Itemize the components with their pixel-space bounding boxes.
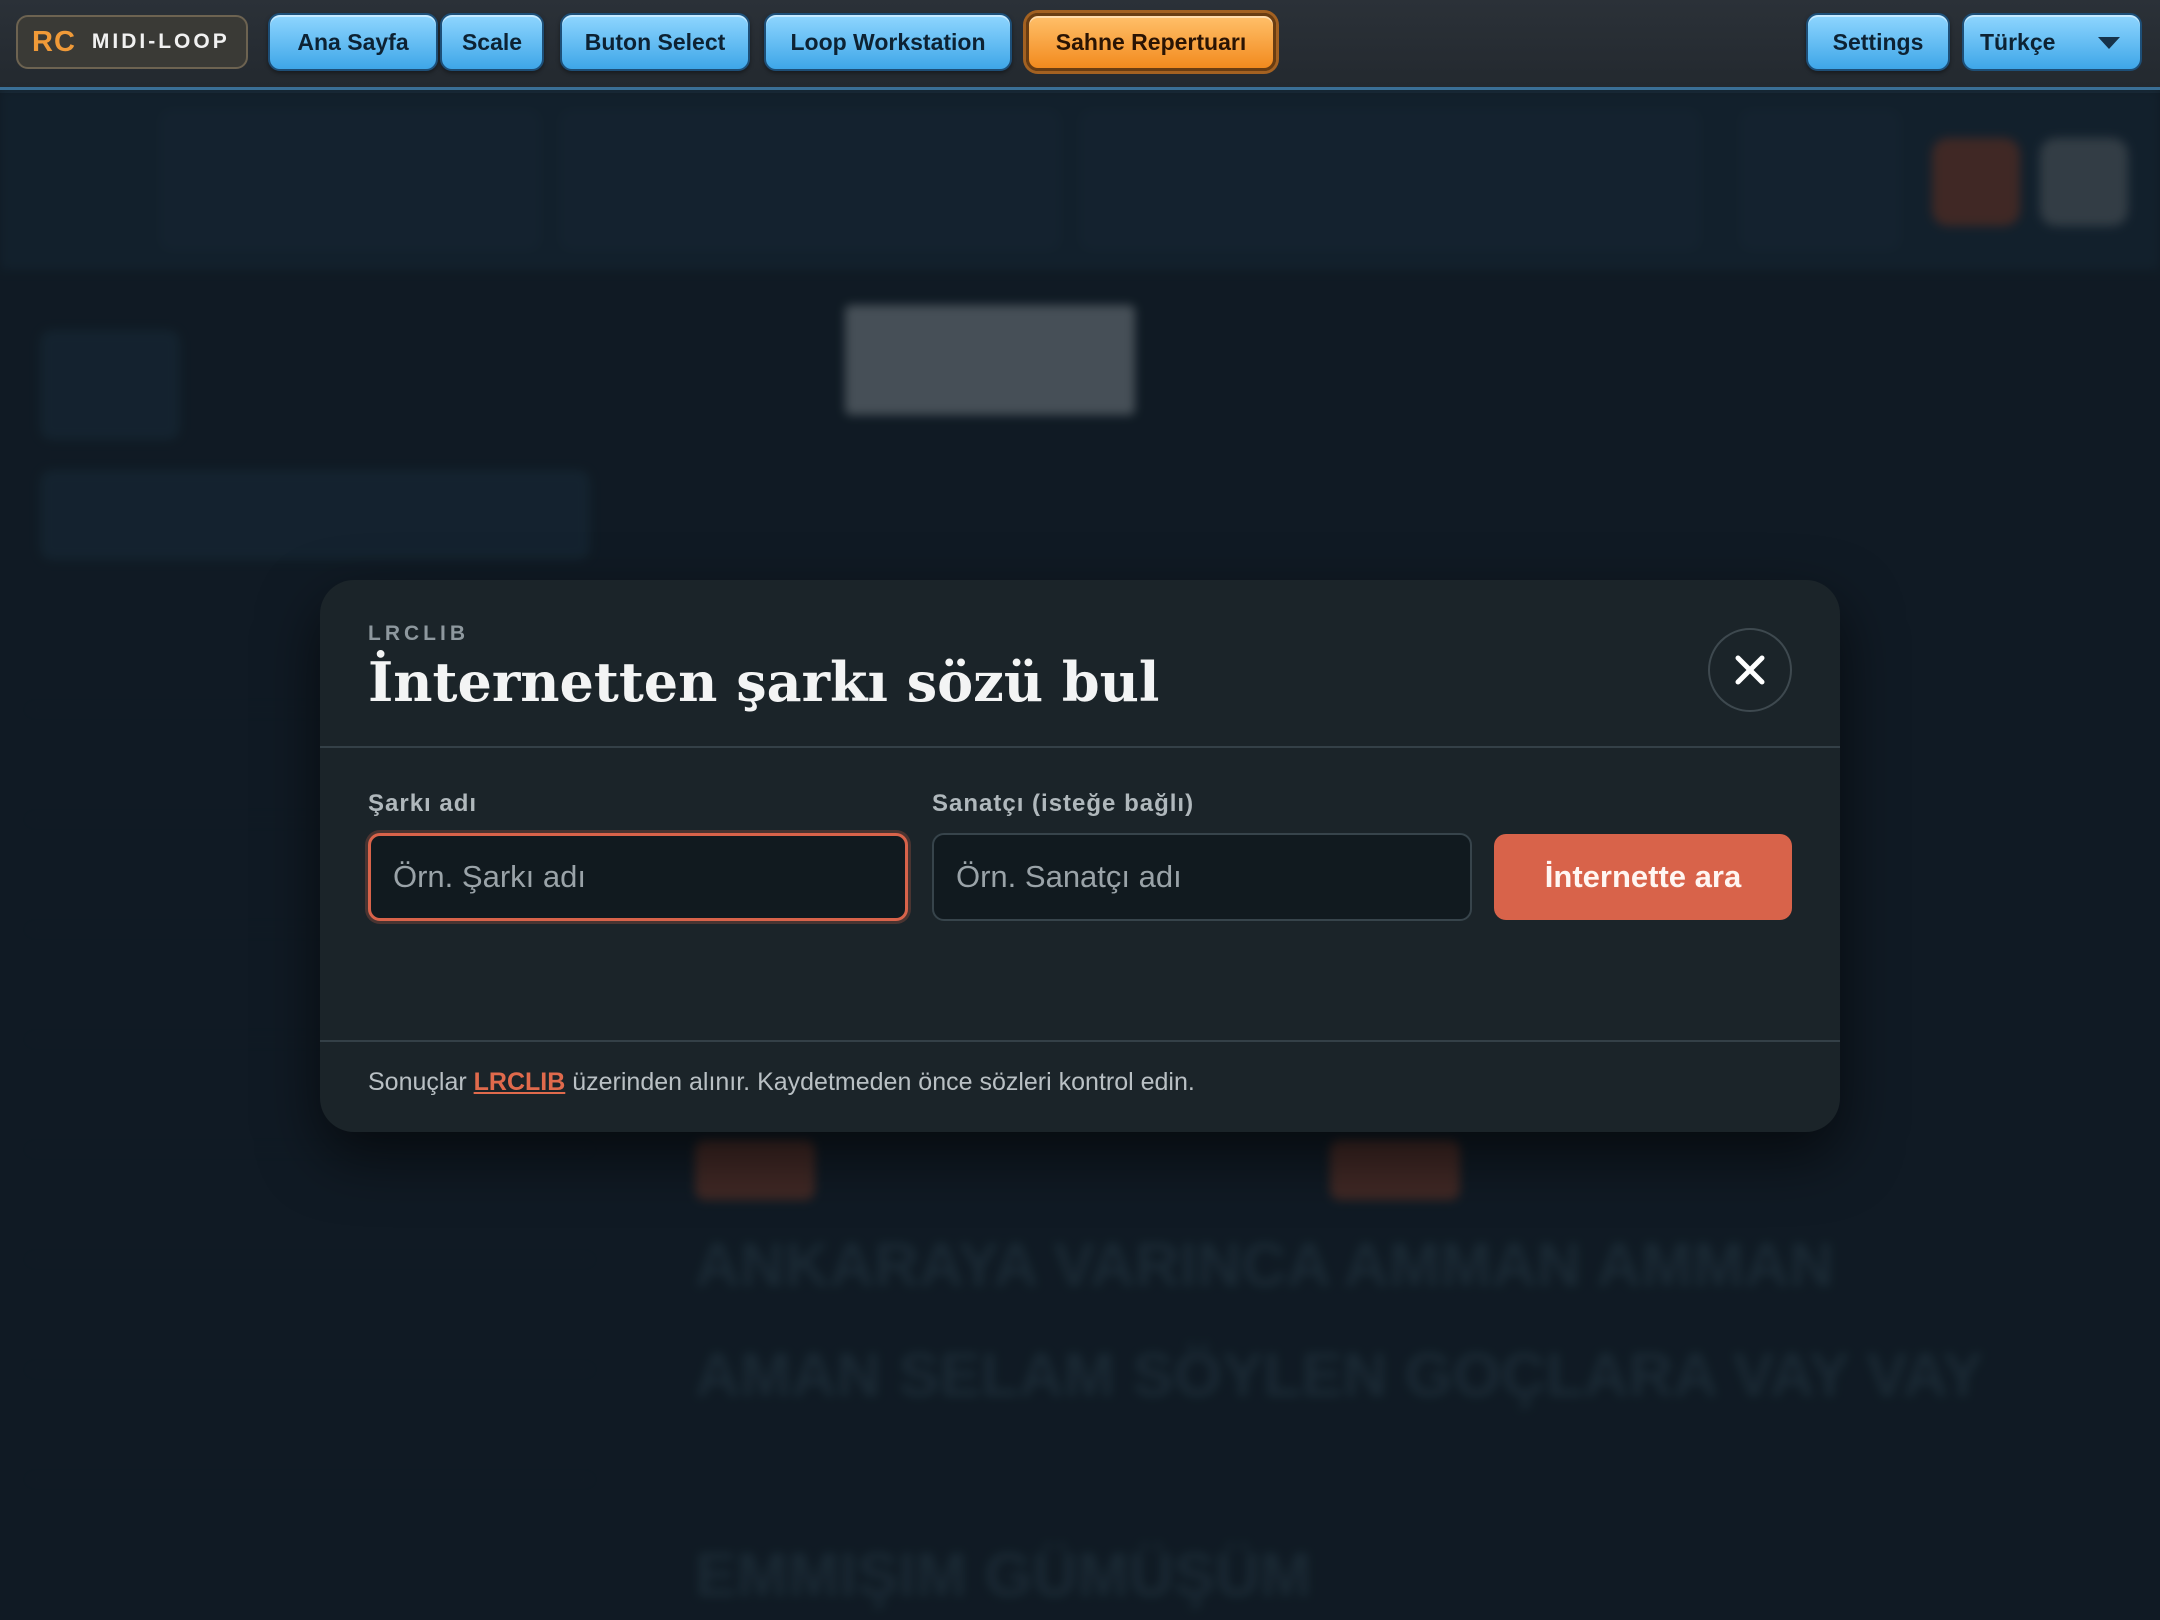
song-name-input[interactable] [368, 833, 908, 921]
dialog-footnote: Sonuçlar LRCLIB üzerinden alınır. Kaydet… [368, 1068, 1195, 1097]
top-navigation-bar: RC MIDI-LOOP Ana Sayfa Scale Buton Selec… [0, 0, 2160, 90]
language-value: Türkçe [1980, 28, 2056, 55]
lrclib-link[interactable]: LRCLIB [474, 1068, 566, 1096]
artist-name-input[interactable] [932, 833, 1472, 921]
search-online-button[interactable]: İnternette ara [1494, 834, 1792, 920]
dialog-header-divider [320, 746, 1840, 748]
dialog-eyebrow: LRCLIB [368, 622, 469, 645]
nav-buton-select-button[interactable]: Buton Select [560, 13, 750, 71]
song-name-label: Şarkı adı [368, 790, 478, 817]
footnote-suffix: üzerinden alınır. Kaydetmeden önce sözle… [572, 1068, 1195, 1096]
lyrics-search-dialog: LRCLIB İnternetten şarkı sözü bul Şarkı … [320, 580, 1840, 1132]
chevron-down-icon [2098, 37, 2120, 49]
nav-loop-workstation-button[interactable]: Loop Workstation [764, 13, 1012, 71]
logo-text: MIDI-LOOP [91, 30, 230, 53]
close-button[interactable] [1708, 628, 1792, 712]
settings-button[interactable]: Settings [1806, 13, 1950, 71]
footnote-prefix: Sonuçlar [368, 1068, 467, 1096]
language-select[interactable]: Türkçe [1962, 13, 2142, 71]
dialog-title: İnternetten şarkı sözü bul [368, 650, 1160, 714]
dialog-footer-divider [320, 1040, 1840, 1042]
app-logo[interactable]: RC MIDI-LOOP [16, 15, 248, 69]
artist-name-label: Sanatçı (isteğe bağlı) [932, 790, 1195, 817]
nav-ana-sayfa-button[interactable]: Ana Sayfa [268, 13, 438, 71]
nav-scale-button[interactable]: Scale [440, 13, 544, 71]
nav-sahne-repertuari-button[interactable]: Sahne Repertuarı [1026, 13, 1276, 71]
close-icon [1735, 655, 1765, 685]
logo-mark: RC [32, 25, 76, 58]
